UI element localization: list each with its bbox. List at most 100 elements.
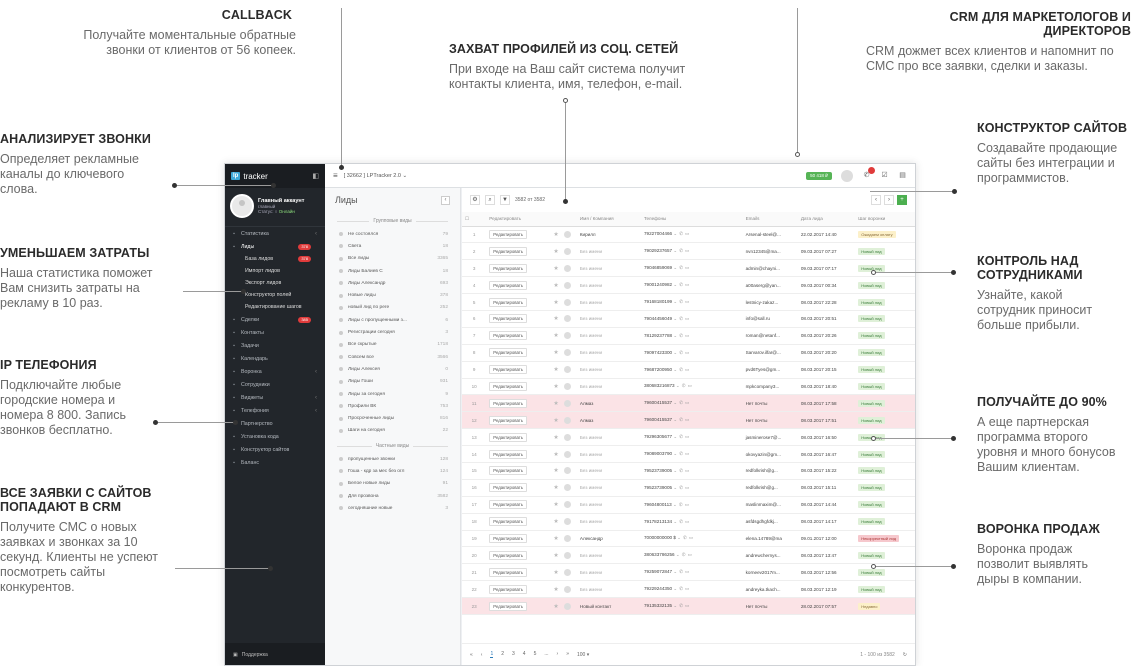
view-item[interactable]: Лиды Алексея 0 xyxy=(325,363,460,375)
table-row[interactable]: 18 Редактировать ★ Без имени 79178213134 ⌄✆▭… xyxy=(462,513,915,531)
table-row[interactable]: 12 Редактировать ★ Алмаз 79600415537 ⌄✆▭ Нет … xyxy=(462,411,915,430)
edit-button[interactable]: Редактировать xyxy=(489,348,527,358)
edit-button[interactable]: Редактировать xyxy=(489,483,527,493)
edit-button[interactable]: Редактировать xyxy=(489,263,527,273)
lead-name[interactable]: Без имени xyxy=(576,479,641,497)
lead-name[interactable]: Александр xyxy=(576,530,641,548)
view-item[interactable]: Лиды с пропущенными з... 6 xyxy=(325,314,460,326)
col-emails[interactable]: Emails xyxy=(742,212,798,227)
call-actions-icon[interactable]: ⌄✆▭ xyxy=(673,282,691,287)
star-icon[interactable]: ★ xyxy=(553,316,558,322)
sidebar-item[interactable]: ▪ Сделки 385 xyxy=(225,313,325,326)
funnel-step-badge[interactable]: Новый лид xyxy=(858,366,885,374)
edit-button[interactable]: Редактировать xyxy=(489,584,527,594)
funnel-step-badge[interactable]: Новый лид xyxy=(858,450,885,458)
table-row[interactable]: 7 Редактировать ★ Без имени 78129237788 ⌄✆▭ r… xyxy=(462,327,915,345)
edit-button[interactable]: Редактировать xyxy=(489,550,527,560)
table-row[interactable]: 20 Редактировать ★ Без имени 380633786256 ⌄✆… xyxy=(462,546,915,565)
call-actions-icon[interactable]: ⌄✆▭ xyxy=(673,603,691,608)
call-actions-icon[interactable]: ⌄✆▭ xyxy=(673,367,691,372)
table-row[interactable]: 1 Редактировать ★ Кирилл 79227004466 ⌄✆▭ Arse… xyxy=(462,226,915,244)
star-icon[interactable]: ★ xyxy=(553,249,558,255)
view-item[interactable]: Лиды Гоши 931 xyxy=(325,376,460,388)
funnel-step-badge[interactable]: Новый лид xyxy=(858,247,885,255)
sidebar-item[interactable]: ▪ Задачи xyxy=(225,339,325,352)
star-icon[interactable]: ★ xyxy=(553,587,558,593)
star-icon[interactable]: ★ xyxy=(553,266,558,272)
view-item[interactable]: Регистрации сегодня 3 xyxy=(325,326,460,338)
sidebar-item[interactable]: ▪ Конструктор сайтов xyxy=(225,443,325,456)
lead-name[interactable]: Алмаз xyxy=(576,394,641,413)
funnel-step-badge[interactable]: Новый лид xyxy=(858,349,885,357)
lead-name[interactable]: Без имени xyxy=(576,344,641,362)
table-row[interactable]: 2 Редактировать ★ Без имени 79029237657 ⌄✆▭ n… xyxy=(462,242,915,261)
prev-page-icon[interactable]: ‹ xyxy=(481,652,483,658)
view-item[interactable]: Гоша - кдр за мес без огл 124 xyxy=(325,465,460,477)
lead-name[interactable]: Алмаз xyxy=(576,411,641,430)
edit-button[interactable]: Редактировать xyxy=(489,331,527,341)
edit-button[interactable]: Редактировать xyxy=(489,517,527,527)
call-actions-icon[interactable]: ⌄✆▭ xyxy=(673,468,691,473)
view-item[interactable]: Все скрытые 1718 xyxy=(325,339,460,351)
call-actions-icon[interactable]: ⌄✆▭ xyxy=(673,502,691,507)
page-link[interactable]: 1 xyxy=(490,651,494,658)
page-link[interactable]: 3 xyxy=(512,651,515,658)
lead-name[interactable]: Без имени xyxy=(576,327,641,345)
view-item[interactable]: Света 18 xyxy=(325,240,460,252)
call-actions-icon[interactable]: ⌄✆▭ xyxy=(673,248,691,253)
view-item[interactable]: Новые лиды 378 xyxy=(325,289,460,301)
call-actions-icon[interactable]: ⌄✆▭ xyxy=(673,231,691,236)
table-row[interactable]: 9 Редактировать ★ Без имени 79687200950 ⌄✆▭ p… xyxy=(462,361,915,379)
sidebar-item[interactable]: ▪ Лиды 378 xyxy=(225,240,325,253)
lead-name[interactable]: Без имени xyxy=(576,259,641,278)
star-icon[interactable]: ★ xyxy=(553,401,558,407)
collapse-pane-button[interactable]: ‹ xyxy=(441,195,450,205)
star-icon[interactable]: ★ xyxy=(553,384,558,390)
edit-button[interactable]: Редактировать xyxy=(489,533,527,543)
table-row[interactable]: 3 Редактировать ★ Без имени 79046859069 ⌄✆▭ a… xyxy=(462,259,915,278)
sidebar-item[interactable]: ▪ Виджеты ‹ xyxy=(225,391,325,404)
table-row[interactable]: 23 Редактировать ★ Новый контакт 79135332135… xyxy=(462,597,915,615)
funnel-step-badge[interactable]: Новый лид xyxy=(858,518,885,526)
table-row[interactable]: 16 Редактировать ★ Без имени 79523739005 ⌄✆▭… xyxy=(462,479,915,497)
funnel-step-badge[interactable]: Недавно xyxy=(858,602,881,610)
sidebar-item[interactable]: ▪ Установка кода xyxy=(225,430,325,443)
sidebar-item[interactable]: ▪ Баланс xyxy=(225,456,325,469)
sidebar-item[interactable]: ▪ Контакты xyxy=(225,326,325,339)
funnel-step-badge[interactable]: Новый лид xyxy=(858,315,885,323)
star-icon[interactable]: ★ xyxy=(553,502,558,508)
lead-name[interactable]: Без имени xyxy=(576,563,641,582)
subnav-item[interactable]: Экспорт лидов xyxy=(225,277,325,289)
prev-button[interactable]: ‹ xyxy=(871,195,881,205)
view-item[interactable]: Просроченные лиды 816 xyxy=(325,412,460,424)
sidebar-item[interactable]: ▪ Статистика ‹ xyxy=(225,227,325,240)
star-icon[interactable]: ★ xyxy=(553,232,558,238)
star-icon[interactable]: ★ xyxy=(553,367,558,373)
table-row[interactable]: 10 Редактировать ★ Без имени 380683216873 ⌄✆… xyxy=(462,378,915,396)
view-item[interactable]: Профили ВК 753 xyxy=(325,400,460,412)
lead-name[interactable]: Без имени xyxy=(576,242,641,261)
funnel-step-badge[interactable]: Новый лид xyxy=(858,484,885,492)
lead-name[interactable]: Без имени xyxy=(576,513,641,531)
star-icon[interactable]: ★ xyxy=(553,300,558,306)
call-actions-icon[interactable]: ⌄✆▭ xyxy=(673,350,691,355)
page-link[interactable]: 4 xyxy=(523,651,526,658)
table-row[interactable]: 11 Редактировать ★ Алмаз 79600415537 ⌄✆▭ Нет … xyxy=(462,394,915,413)
select-all-checkbox[interactable]: ☐ xyxy=(462,212,487,227)
star-icon[interactable]: ★ xyxy=(553,468,558,474)
funnel-step-badge[interactable]: Новый лид xyxy=(858,551,885,559)
lead-name[interactable]: Без имени xyxy=(576,462,641,480)
table-row[interactable]: 13 Редактировать ★ Без имени 79296305677 ⌄✆▭… xyxy=(462,428,915,447)
table-row[interactable]: 19 Редактировать ★ Александр 70000000000 $ ⌄… xyxy=(462,530,915,548)
call-actions-icon[interactable]: ⌄✆▭ xyxy=(673,333,691,338)
view-item[interactable]: Все лиды 3365 xyxy=(325,253,460,265)
view-item[interactable]: Лиды Балиев С 18 xyxy=(325,265,460,277)
lead-name[interactable]: Без имени xyxy=(576,428,641,447)
call-actions-icon[interactable]: ⌄✆▭ xyxy=(673,569,691,574)
view-item[interactable]: Белое новые лиды 91 xyxy=(325,478,460,490)
edit-button[interactable]: Редактировать xyxy=(489,229,527,239)
lead-name[interactable]: Без имени xyxy=(576,546,641,565)
edit-button[interactable]: Редактировать xyxy=(489,381,527,391)
view-item[interactable]: Лиды Александр 693 xyxy=(325,277,460,289)
star-icon[interactable]: ★ xyxy=(553,435,558,441)
